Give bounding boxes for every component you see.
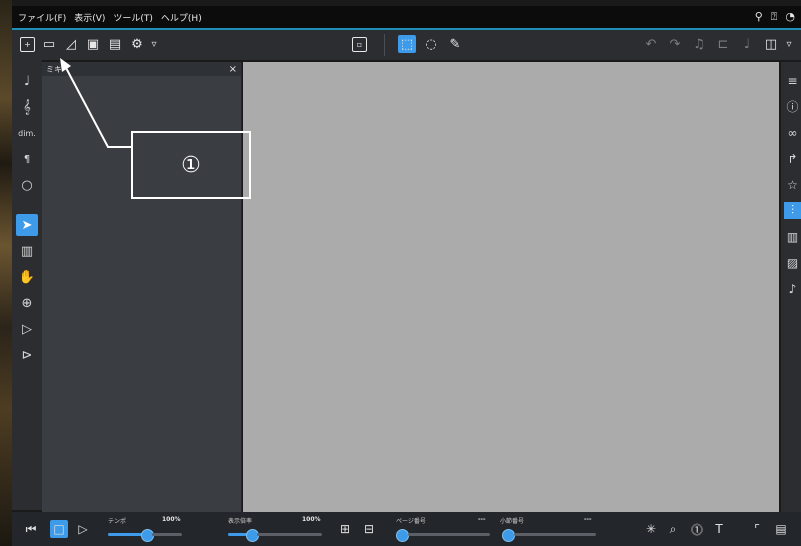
shape-tool-icon[interactable]: ○ — [16, 174, 38, 196]
tempo-label: テンポ — [108, 518, 127, 525]
search-clear-icon[interactable]: ⌕ — [664, 520, 682, 538]
alert-icon[interactable]: ⓵ — [688, 520, 706, 538]
menu-help[interactable]: ヘルプ(H) — [161, 11, 202, 24]
annotation-number: ① — [181, 152, 201, 178]
pen-select-icon[interactable]: ✎ — [446, 35, 464, 53]
clef-icon[interactable]: 𝄞 — [16, 96, 38, 118]
measure-value: --- — [584, 516, 592, 523]
mixer-icon[interactable]: ⫶ — [784, 202, 801, 219]
panel-close-button[interactable]: × — [229, 64, 237, 75]
book-icon[interactable]: ⚲ — [755, 10, 763, 24]
export-icon[interactable]: ▣ — [84, 35, 102, 53]
sparkle-icon[interactable]: ✳ — [642, 520, 660, 538]
stop-icon[interactable]: □ — [50, 520, 68, 538]
tempo-value: 100% — [162, 516, 181, 523]
fit-height-icon[interactable]: ⊟ — [360, 520, 378, 538]
menu-view[interactable]: 表示(V) — [74, 11, 105, 24]
extra-icon[interactable]: ◔ — [785, 10, 795, 24]
toolbar-more-icon[interactable]: ▿ — [780, 35, 798, 53]
fit-page-icon[interactable]: ▫ — [352, 37, 367, 52]
play-from-icon[interactable]: ⊳ — [16, 344, 38, 366]
redo-icon[interactable]: ↷ — [666, 35, 684, 53]
page-label: ページ番号 — [396, 518, 426, 525]
measure-icon[interactable]: ⊏ — [714, 35, 732, 53]
open-folder-icon[interactable]: ▭ — [40, 35, 58, 53]
eraser-icon[interactable]: ▥ — [16, 240, 38, 262]
rect-select-icon[interactable]: ⬚ — [398, 35, 416, 53]
measure-track — [514, 533, 596, 536]
new-document-icon[interactable]: + — [20, 37, 35, 52]
share-icon[interactable]: ↱ — [784, 150, 801, 167]
help-icon[interactable]: ⍰ — [771, 10, 778, 24]
menubar-right-icons: ⚲ ⍰ ◔ — [755, 10, 795, 24]
glasses-icon[interactable]: ∞ — [784, 124, 801, 141]
measure-slider[interactable] — [502, 529, 515, 542]
main-toolbar: + ▭ ◿ ▣ ▤ ⚙ ▿ ▫ ⬚ ◌ ✎ ↶ ↷ ♫ ⊏ ♩ ◫ ▿ — [12, 30, 801, 60]
zoom-tool-icon[interactable]: ⊕ — [16, 292, 38, 314]
properties-icon[interactable]: ▤ — [106, 35, 124, 53]
pointer-tool-icon[interactable]: ➤ — [16, 214, 38, 236]
right-tool-palette: ≡ ⓘ ∞ ↱ ☆ ⫶ ▥ ▨ ♪ — [781, 62, 801, 512]
menu-tools[interactable]: ツール(T) — [113, 11, 153, 24]
undo-icon[interactable]: ↶ — [642, 35, 660, 53]
mixer-panel: ミキ × — [42, 62, 242, 512]
list-icon[interactable]: ≡ — [784, 72, 801, 89]
panel-tab-label[interactable]: ミキ — [46, 64, 62, 75]
layout-corner-icon[interactable]: ⌜ — [748, 520, 766, 538]
book-view-icon[interactable]: ◫ — [762, 35, 780, 53]
left-tool-palette: ♩ 𝄞 dim. ¶ ○ ➤ ▥ ✋ ⊕ ▷ ⊳ — [12, 60, 42, 510]
note-single-icon[interactable]: ♩ — [738, 35, 756, 53]
zoom-track — [257, 533, 322, 536]
page-value: --- — [478, 516, 486, 523]
note-input-icon[interactable]: ♩ — [16, 70, 38, 92]
zoom-value: 100% — [302, 516, 321, 523]
score-canvas[interactable] — [243, 62, 779, 512]
page-slider[interactable] — [396, 529, 409, 542]
page-track — [408, 533, 490, 536]
playback-bar: ⏮ □ ▷ テンポ 100% 表示倍率 100% ⊞ ⊟ ページ番号 --- 小… — [12, 512, 801, 546]
toolbar-divider — [384, 34, 385, 56]
zoom-label: 表示倍率 — [228, 518, 253, 525]
rewind-icon[interactable]: ⏮ — [22, 520, 40, 538]
note-icon[interactable]: ♫ — [690, 35, 708, 53]
page-stack-icon[interactable]: ▤ — [772, 520, 790, 538]
keyboard-icon[interactable]: ▥ — [784, 228, 801, 245]
star-icon[interactable]: ☆ — [784, 176, 801, 193]
dynamics-icon[interactable]: dim. — [16, 122, 38, 144]
fit-width-icon[interactable]: ⊞ — [336, 520, 354, 538]
text-tool-icon[interactable]: ¶ — [16, 148, 38, 170]
tempo-track — [152, 533, 182, 536]
play-button-icon[interactable]: ▷ — [74, 520, 92, 538]
image-icon[interactable]: ▨ — [784, 254, 801, 271]
hand-tool-icon[interactable]: ✋ — [16, 266, 38, 288]
play-icon[interactable]: ▷ — [16, 318, 38, 340]
measure-label: 小節番号 — [500, 518, 525, 525]
text-format-icon[interactable]: T — [710, 520, 728, 538]
menubar: ファイル(F) 表示(V) ツール(T) ヘルプ(H) ⚲ ⍰ ◔ — [12, 6, 801, 30]
desktop-background — [0, 0, 12, 546]
info-icon[interactable]: ⓘ — [784, 98, 801, 115]
annotation-callout: ① — [131, 131, 251, 199]
guitar-icon[interactable]: ♪ — [784, 280, 801, 297]
save-icon[interactable]: ◿ — [62, 35, 80, 53]
panel-header: ミキ × — [42, 62, 241, 76]
dropdown-arrow-icon[interactable]: ▿ — [145, 35, 163, 53]
menu-file[interactable]: ファイル(F) — [18, 11, 66, 24]
settings-gear-icon[interactable]: ⚙ — [128, 35, 146, 53]
lasso-select-icon[interactable]: ◌ — [422, 35, 440, 53]
